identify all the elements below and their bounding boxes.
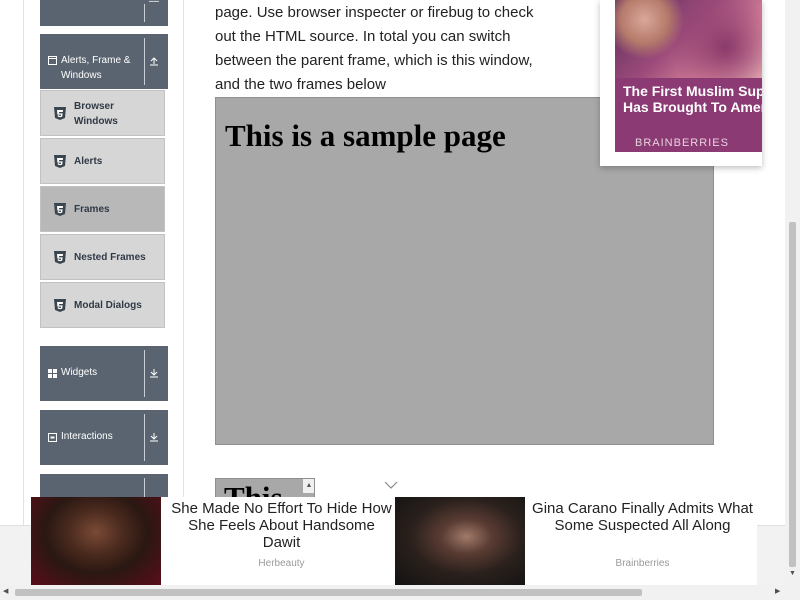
ad-source: Brainberries	[615, 558, 670, 569]
html5-icon	[54, 155, 66, 168]
ad-title[interactable]: Gina Carano Finally Admits What Some Sus…	[530, 500, 755, 534]
collapse-up-icon[interactable]	[146, 55, 162, 67]
sidebar-group-interactions[interactable]: Interactions	[40, 410, 168, 465]
sidebar-group-widgets[interactable]: Widgets	[40, 346, 168, 401]
sidebar-item-nested-frames[interactable]: Nested Frames	[40, 234, 165, 280]
group-separator	[144, 38, 145, 85]
frame-scroll-up-arrow[interactable]: ▲	[303, 479, 314, 493]
ad-brand: BRAINBERRIES	[635, 137, 729, 149]
group-separator	[144, 350, 145, 397]
sidebar-item-label: Frames	[74, 204, 110, 215]
sidebar-item-label: Nested Frames	[74, 252, 146, 263]
sidebar-item-label: Browser Windows	[74, 101, 118, 127]
group-separator	[144, 414, 145, 461]
ad-card[interactable]: She Made No Effort To Hide How She Feels…	[31, 497, 396, 585]
sidebar-group-alerts-frame-windows[interactable]: Alerts, Frame & Windows	[40, 34, 168, 89]
html5-icon	[54, 299, 66, 312]
scroll-right-arrow[interactable]: ▶	[775, 587, 784, 597]
group-label: Widgets	[61, 367, 98, 378]
sidebar-item-frames[interactable]: Frames	[40, 186, 165, 232]
expand-down-icon[interactable]	[146, 431, 162, 443]
expand-down-icon[interactable]	[146, 367, 162, 379]
ad-image[interactable]	[615, 0, 762, 78]
ad-card[interactable]: Gina Carano Finally Admits What Some Sus…	[395, 497, 757, 585]
sidebar-item-browser-windows[interactable]: Browser Windows	[40, 90, 165, 136]
scroll-left-arrow[interactable]: ◀	[3, 587, 12, 597]
ad-source: Herbeauty	[258, 558, 305, 569]
collapse-icon[interactable]: —	[146, 0, 162, 7]
sidebar-item-modal-dialogs[interactable]: Modal Dialogs	[40, 282, 165, 328]
chevron-down-icon[interactable]	[384, 478, 398, 492]
group-label: Interactions	[61, 431, 113, 442]
sidebar-item-label: Modal Dialogs	[74, 300, 142, 311]
horizontal-scrollbar[interactable]: ◀ ▶	[0, 585, 800, 600]
ad-thumbnail[interactable]	[395, 497, 525, 585]
ad-title[interactable]: She Made No Effort To Hide How She Feels…	[169, 500, 394, 551]
sidebar-group-elements[interactable]: —	[40, 0, 168, 26]
vertical-scrollbar[interactable]: ▼	[785, 0, 800, 585]
ad-title[interactable]: The First Muslim Superh Has Brought To A…	[623, 83, 762, 115]
square-icon	[48, 433, 57, 442]
html5-icon	[54, 107, 66, 120]
intro-paragraph: page. Use browser inspecter or firebug t…	[215, 4, 534, 93]
frame-heading: This is a sample page	[225, 118, 506, 153]
html5-icon	[54, 203, 66, 216]
group-label: Alerts, Frame & Windows	[61, 55, 131, 81]
scroll-down-arrow[interactable]: ▼	[788, 570, 797, 580]
ad-caption[interactable]: The First Muslim Superh Has Brought To A…	[615, 78, 762, 152]
sidebar-item-alerts[interactable]: Alerts	[40, 138, 165, 184]
grid-icon	[48, 369, 57, 378]
group-separator	[144, 4, 145, 22]
ad-top-right[interactable]: The First Muslim Superh Has Brought To A…	[600, 0, 762, 166]
html5-icon	[54, 251, 66, 264]
scrollbar-thumb[interactable]	[15, 589, 642, 596]
window-icon	[48, 56, 57, 65]
scrollbar-thumb[interactable]	[789, 222, 796, 567]
sidebar-item-label: Alerts	[74, 156, 103, 167]
ad-thumbnail[interactable]	[31, 497, 161, 585]
